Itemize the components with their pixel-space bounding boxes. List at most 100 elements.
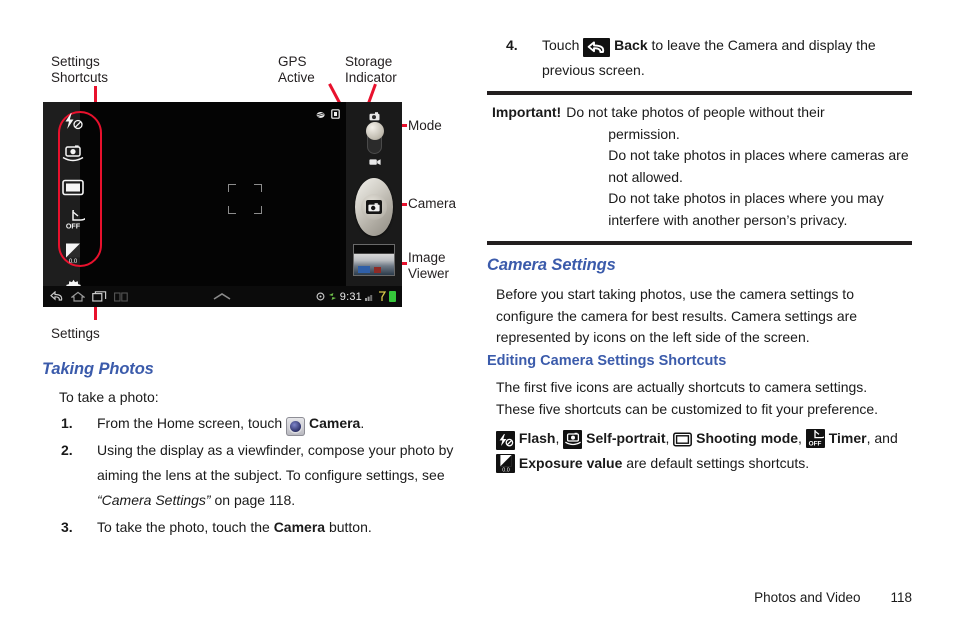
step-3-pre: To take the photo, touch the: [97, 518, 274, 535]
callout-settings: Settings: [51, 326, 100, 341]
step-1-bold: Camera: [308, 414, 361, 431]
step-2-post: on page 118.: [210, 491, 296, 508]
callout-mode: Mode: [408, 118, 442, 133]
storage-indicator-icon: [331, 109, 340, 119]
right-column: 4. Touch Back to leave the Camera and di…: [487, 0, 912, 636]
shortcut-sep-0: ,: [555, 430, 564, 446]
camera-settings-heading: Camera Settings: [487, 256, 616, 274]
important-line-5: Do not take photos in places where you m…: [608, 190, 884, 206]
shutter-button[interactable]: [355, 178, 393, 236]
step-1-pre: From the Home screen, touch: [97, 414, 287, 431]
shortcut-icon-list: Flash, Self-portrait, Shooting mode, OFF…: [496, 426, 906, 476]
status-time: 9:31: [339, 290, 362, 303]
step-4: 4. Touch Back to leave the Camera and di…: [487, 33, 912, 83]
image-viewer-thumbnail[interactable]: [353, 244, 395, 276]
step-2-italic: “Camera Settings”: [97, 491, 211, 508]
footer-page-number: 118: [890, 590, 912, 605]
step-3-bold: Camera: [273, 518, 326, 535]
shortcut-tail: are default settings shortcuts.: [622, 455, 810, 471]
step-2-pre: Using the display as a viewfinder, compo…: [97, 441, 454, 483]
shortcut-label-flash: Flash: [518, 430, 556, 446]
shortcut-label-shooting-mode: Shooting mode: [696, 430, 799, 446]
manual-page: Settings Shortcuts GPS Active Storage In…: [0, 0, 954, 636]
camera-screen-figure: Settings Shortcuts GPS Active Storage In…: [40, 0, 480, 350]
wifi-icon: [379, 291, 386, 301]
rule-bottom: [487, 241, 912, 245]
screenshot-icon[interactable]: [114, 291, 128, 302]
mode-switch-knob[interactable]: [365, 122, 384, 140]
left-column: Settings Shortcuts GPS Active Storage In…: [40, 0, 480, 636]
important-line-6: interfere with another person’s privacy.: [608, 211, 848, 228]
shooting-mode-icon[interactable]: [60, 174, 86, 200]
exposure-value-icon[interactable]: 0.0: [496, 453, 515, 473]
timer-off-icon[interactable]: OFF: [60, 207, 86, 233]
taking-photos-section: Taking Photos To take a photo: 1. From t…: [42, 360, 480, 542]
important-line-1: Do not take photos of people without the…: [566, 104, 825, 120]
camera-app-icon[interactable]: [286, 416, 306, 436]
important-line-4: not allowed.: [608, 168, 683, 185]
shortcut-sep-2: ,: [798, 430, 806, 446]
apps-chevron-icon[interactable]: [212, 292, 232, 301]
page-footer: Photos and Video 118: [487, 590, 912, 605]
device-screenshot: OFF 0.0 9:31: [43, 102, 402, 307]
important-tag: Important!: [492, 104, 562, 120]
exposure-value-icon[interactable]: 0.0: [60, 240, 86, 266]
back-icon[interactable]: [583, 38, 611, 57]
shortcut-label-exposure-value: Exposure value: [518, 455, 623, 471]
exposure-value-text: 0.0: [502, 467, 510, 472]
callout-gps-active: GPS Active: [278, 54, 315, 85]
self-portrait-icon[interactable]: [563, 430, 583, 449]
battery-icon: [389, 291, 396, 302]
step-2: 2. Using the display as a viewfinder, co…: [42, 438, 480, 513]
timer-off-icon[interactable]: OFF: [805, 429, 825, 448]
step-4-number: 4.: [506, 37, 518, 53]
gps-active-icon: [316, 111, 325, 118]
self-portrait-icon[interactable]: [60, 141, 86, 167]
camera-settings-section: Camera Settings Before you start taking …: [487, 256, 912, 349]
signal-icon: [365, 294, 373, 301]
step-1: 1. From the Home screen, touch Camera.: [42, 411, 480, 436]
taking-photos-intro: To take a photo:: [59, 389, 159, 405]
camera-settings-body: Before you start taking photos, use the …: [496, 286, 858, 345]
important-note: Important! Do not take photos of people …: [492, 102, 912, 231]
flash-off-icon[interactable]: [496, 430, 515, 450]
shutter-camera-icon: [366, 200, 382, 214]
step-3-number: 3.: [61, 518, 73, 535]
callout-settings-shortcuts: Settings Shortcuts: [51, 54, 109, 85]
sync-icon: [328, 293, 336, 300]
editing-shortcuts-heading: Editing Camera Settings Shortcuts: [487, 353, 727, 369]
flash-off-icon[interactable]: [60, 108, 86, 134]
step-4-pre: Touch: [542, 37, 584, 53]
home-icon[interactable]: [71, 291, 85, 302]
step-3-post: button.: [325, 518, 372, 535]
timer-value-text: OFF: [809, 440, 822, 447]
shutter-button-inner: [361, 194, 387, 220]
recents-icon[interactable]: [92, 291, 107, 302]
video-mode-icon: [369, 159, 381, 165]
viewfinder: [80, 102, 346, 286]
step-2-number: 2.: [61, 441, 73, 458]
timer-value-text: OFF: [66, 221, 81, 230]
focus-brackets: [228, 184, 262, 214]
shooting-mode-icon[interactable]: [673, 430, 693, 449]
step-3: 3. To take the photo, touch the Camera b…: [42, 515, 480, 540]
important-lines: Do not take photos of people without the…: [566, 102, 912, 231]
system-navigation-bar: 9:31: [43, 286, 402, 307]
callout-storage-indicator: Storage Indicator: [345, 54, 397, 85]
step-4-bold: Back: [614, 37, 648, 53]
viewfinder-status-icons: [316, 109, 340, 119]
step-4-block: 4. Touch Back to leave the Camera and di…: [487, 33, 912, 83]
shortcut-label-self-portrait: Self-portrait: [586, 430, 666, 446]
shortcut-sep-3: , and: [866, 430, 898, 446]
editing-shortcuts-body: The first five icons are actually shortc…: [496, 379, 879, 417]
mode-switch[interactable]: [361, 112, 387, 166]
back-icon[interactable]: [50, 291, 64, 302]
settings-shortcut-rail: OFF 0.0: [50, 108, 102, 307]
shortcut-sep-1: ,: [665, 430, 674, 446]
step-1-post: .: [360, 414, 365, 431]
callout-image-viewer: Image Viewer: [408, 250, 450, 281]
footer-section: Photos and Video: [754, 590, 861, 605]
editing-shortcuts-section: Editing Camera Settings Shortcuts The fi…: [487, 353, 912, 476]
exposure-value-text: 0.0: [69, 259, 78, 264]
taking-photos-heading: Taking Photos: [42, 360, 154, 378]
